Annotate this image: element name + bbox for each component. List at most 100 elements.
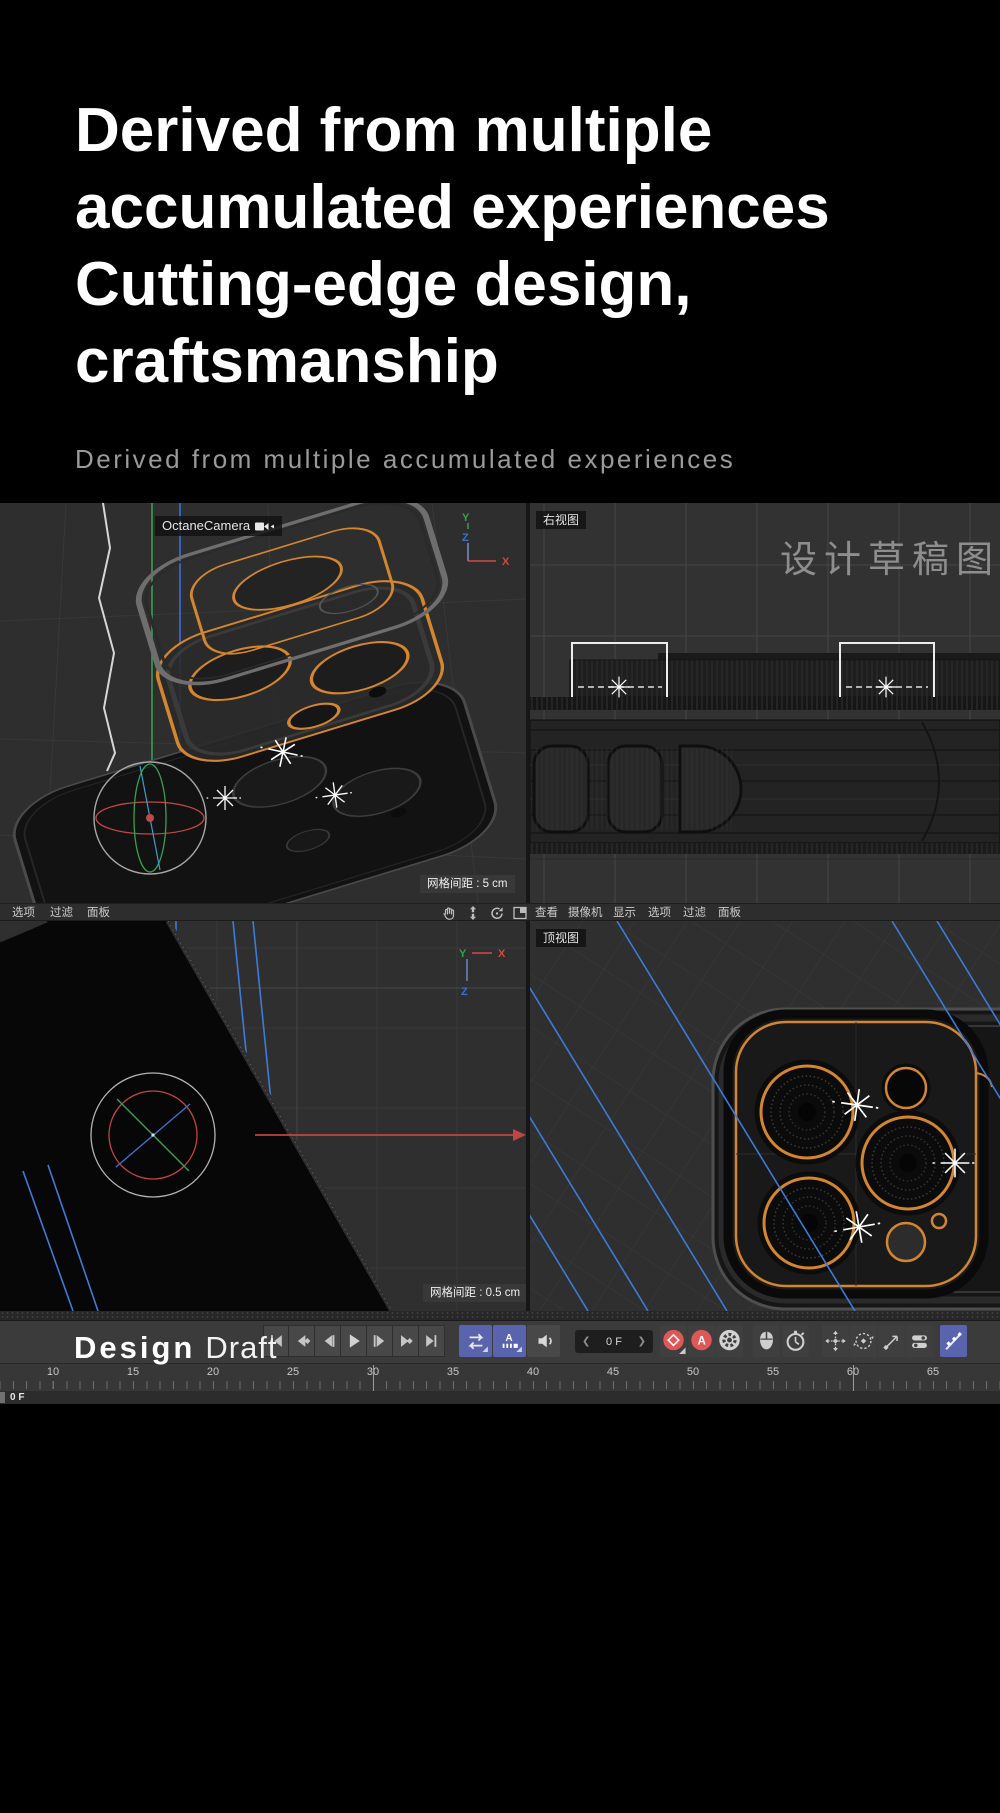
flash: [884, 1066, 928, 1110]
frame-bar-handle[interactable]: [0, 1392, 5, 1403]
phone-side-wireframe: [530, 653, 1000, 859]
title-line: Derived from multiple: [75, 92, 830, 169]
spinner-decrement[interactable]: ❮: [582, 1336, 590, 1347]
gear-icon: [717, 1328, 742, 1354]
next-key-button[interactable]: [393, 1325, 419, 1357]
autokey-button[interactable]: A: [688, 1325, 715, 1357]
animation-timeline: Design Draft: [0, 1311, 1000, 1363]
ruler-tick-label: 40: [527, 1366, 539, 1378]
overlay-light-text: Draft: [205, 1330, 277, 1365]
position-icon: [823, 1328, 848, 1354]
ruler-tick-label: 45: [607, 1366, 619, 1378]
goto-end-button[interactable]: [419, 1325, 445, 1357]
rotation-gizmo[interactable]: [91, 1073, 215, 1197]
playback-controls: [263, 1325, 445, 1357]
spinner-increment[interactable]: ❯: [638, 1336, 646, 1347]
keyframe-marks-button[interactable]: A: [493, 1325, 526, 1357]
autokey-icon: A: [689, 1328, 714, 1354]
record-keyframe-button[interactable]: [660, 1325, 687, 1357]
menu-options[interactable]: 选项: [12, 905, 35, 921]
record-pla-toggle[interactable]: [940, 1325, 967, 1357]
svg-text:A: A: [505, 1333, 513, 1344]
record-selection-button[interactable]: [753, 1325, 780, 1357]
menu-filter[interactable]: 过滤: [50, 905, 73, 921]
play-button[interactable]: [341, 1325, 367, 1357]
ruler-tick-label: 15: [127, 1366, 139, 1378]
loop-icon: [464, 1330, 488, 1352]
phone-top-view: [713, 1009, 1000, 1309]
ruler-tick-label: 20: [207, 1366, 219, 1378]
front-scene: Y X Z: [0, 921, 526, 1311]
current-frame-indicator: 0 F: [10, 1391, 24, 1404]
pan-hand-icon[interactable]: [441, 905, 457, 921]
menu-display[interactable]: 显示: [613, 905, 636, 921]
speaker-icon: [532, 1330, 556, 1352]
prev-frame-button[interactable]: [315, 1325, 341, 1357]
overlay-bold-text: Design: [74, 1330, 195, 1365]
top-view-scene: [530, 921, 1000, 1311]
draft-watermark: 设计草稿图: [780, 529, 1000, 583]
menu-panel[interactable]: 面板: [718, 905, 741, 921]
lens-wide: [758, 1063, 856, 1161]
camera-module: [728, 1014, 992, 1294]
frame-ruler[interactable]: 10 15 20 25 30 35 40 45 50 55 60 65: [0, 1363, 1000, 1391]
menu-panel[interactable]: 面板: [87, 905, 110, 921]
ruler-guide-line: [853, 1365, 854, 1391]
ruler-tick-label: 50: [687, 1366, 699, 1378]
current-frame-value[interactable]: 0 F: [606, 1336, 622, 1348]
record-rotation-toggle[interactable]: [850, 1325, 877, 1357]
ruler-guide-line: [373, 1365, 374, 1391]
camera-label-text: OctaneCamera: [162, 516, 250, 536]
camera-label[interactable]: OctaneCamera: [155, 516, 282, 536]
c4d-editor: Y Z X OctaneCamera 网格间距 : 5 cm: [0, 503, 1000, 1404]
svg-text:X: X: [502, 556, 510, 568]
mouse-icon: [754, 1328, 779, 1354]
menu-view[interactable]: 查看: [535, 905, 558, 921]
menu-options[interactable]: 选项: [648, 905, 671, 921]
scale-icon: [879, 1328, 904, 1354]
time-settings-button[interactable]: [782, 1325, 809, 1357]
title-line: accumulated experiences: [75, 169, 830, 246]
viewport-front[interactable]: Y X Z 网格间距 : 0.5 cm: [0, 921, 526, 1311]
svg-text:A: A: [698, 1334, 707, 1347]
grid-spacing-label: 网格间距 : 5 cm: [420, 875, 515, 893]
viewport-right-view[interactable]: 右视图 设计草稿图: [530, 503, 1000, 903]
lidar-port: [887, 1223, 925, 1261]
design-draft-overlay: Design Draft: [74, 1330, 278, 1366]
frame-spinner[interactable]: ❮ 0 F ❯: [575, 1330, 653, 1353]
keymarks-icon: A: [498, 1330, 522, 1352]
viewport-perspective[interactable]: Y Z X OctaneCamera 网格间距 : 5 cm: [0, 503, 526, 903]
svg-text:Z: Z: [462, 532, 469, 544]
next-frame-button[interactable]: [367, 1325, 393, 1357]
mic-hole: [932, 1214, 946, 1228]
lens-ultrawide: [761, 1175, 857, 1271]
ruler-tick-label: 55: [767, 1366, 779, 1378]
perspective-scene: Y Z X: [0, 503, 526, 903]
record-parameter-toggle[interactable]: [906, 1325, 933, 1357]
sound-button[interactable]: [527, 1325, 560, 1357]
menu-camera[interactable]: 摄像机: [568, 905, 603, 921]
timeline-marker-strip[interactable]: [0, 1311, 1000, 1321]
title-line: craftsmanship: [75, 323, 830, 400]
page-title: Derived from multiple accumulated experi…: [75, 92, 830, 400]
menu-filter[interactable]: 过滤: [683, 905, 706, 921]
viewport-toggle-icon[interactable]: [512, 905, 528, 921]
title-line: Cutting-edge design,: [75, 246, 830, 323]
viewport-top-view[interactable]: 顶视图: [530, 921, 1000, 1311]
prev-key-button[interactable]: [289, 1325, 315, 1357]
record-position-toggle[interactable]: [822, 1325, 849, 1357]
ruler-tick-label: 65: [927, 1366, 939, 1378]
viewport-menubar: 选项 过滤 面板 查看 摄像机 显示 选项 过滤 面板: [0, 903, 1000, 921]
svg-text:X: X: [498, 948, 506, 960]
svg-text:Z: Z: [461, 986, 468, 998]
stopwatch-icon: [783, 1328, 808, 1354]
current-frame-bar[interactable]: 0 F: [0, 1391, 1000, 1404]
zoom-icon[interactable]: [465, 905, 481, 921]
record-scale-toggle[interactable]: [878, 1325, 905, 1357]
loop-playback-button[interactable]: [459, 1325, 492, 1357]
viewport-label[interactable]: 右视图: [536, 511, 586, 529]
viewport-label[interactable]: 顶视图: [536, 929, 586, 947]
rotate-icon[interactable]: [489, 905, 505, 921]
keyframe-settings-button[interactable]: [716, 1325, 743, 1357]
page-subtitle: Derived from multiple accumulated experi…: [75, 444, 735, 475]
